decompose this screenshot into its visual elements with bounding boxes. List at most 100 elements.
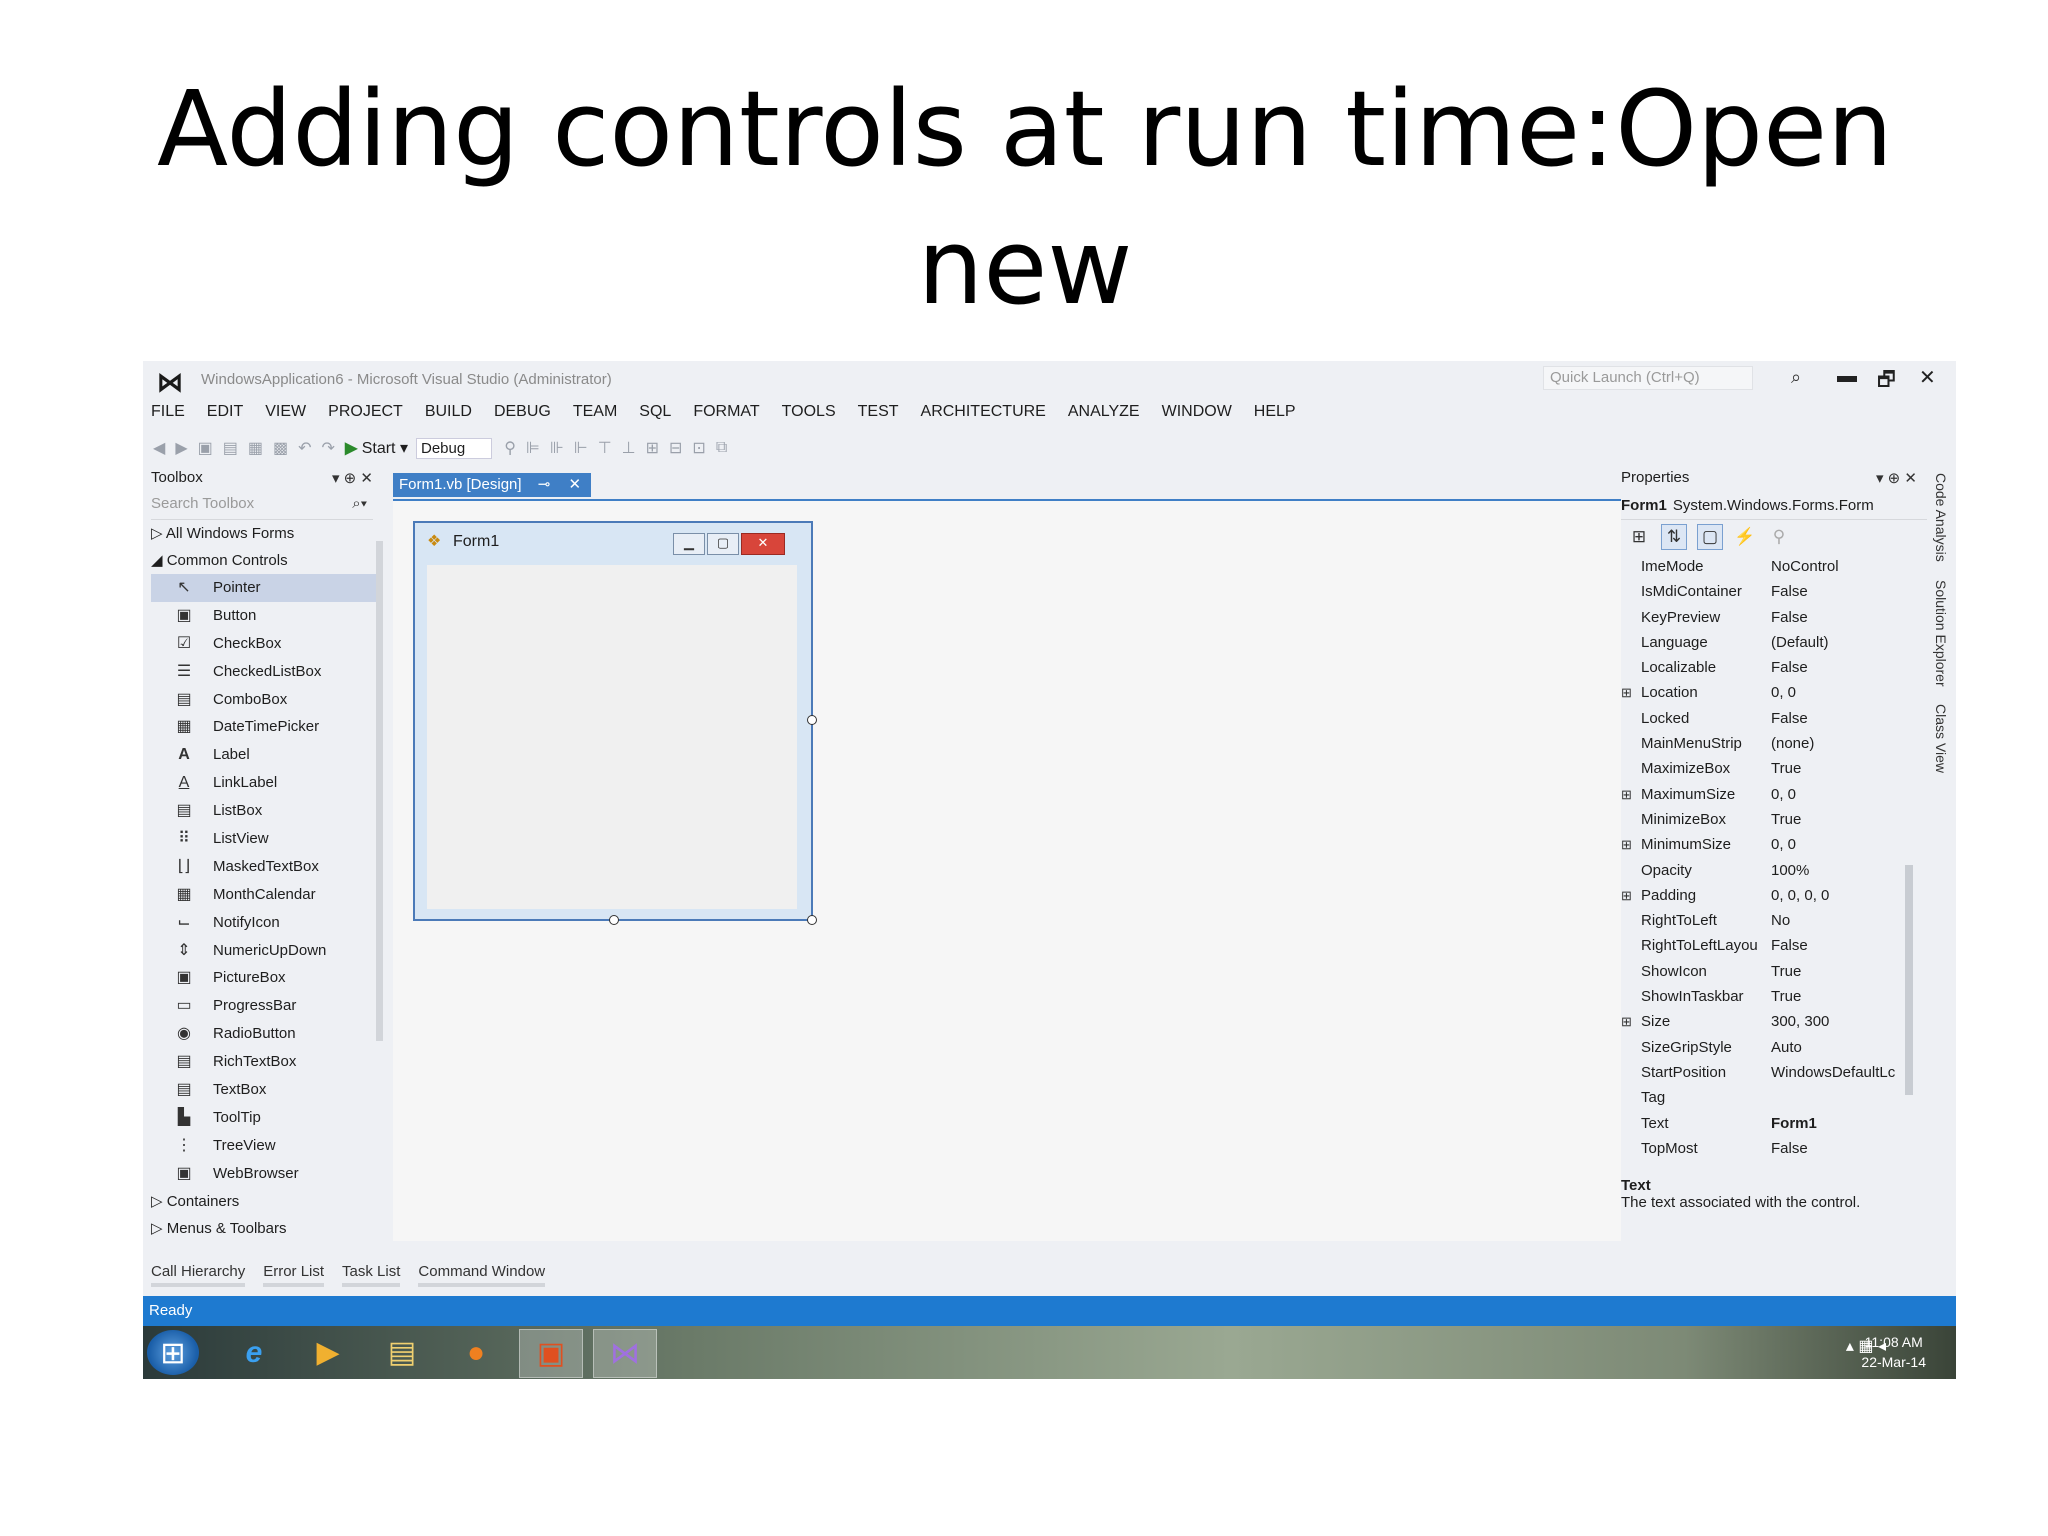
property-row[interactable]: ShowInTaskbar True: [1621, 984, 1927, 1009]
spacing-icon[interactable]: ⊟: [669, 438, 682, 458]
property-value[interactable]: False: [1771, 1136, 1903, 1161]
resize-handle-right[interactable]: [807, 715, 817, 725]
property-value[interactable]: False: [1771, 706, 1903, 731]
property-row[interactable]: ImeMode NoControl: [1621, 554, 1927, 579]
search-icon[interactable]: ⌕▾: [352, 495, 367, 512]
back-icon[interactable]: ◀: [153, 438, 165, 458]
toolbox-item-maskedtextbox[interactable]: ⌊⌋ MaskedTextBox: [151, 853, 383, 881]
toolbox-item-label[interactable]: A Label: [151, 741, 383, 769]
property-row[interactable]: ⊞ MinimumSize 0, 0: [1621, 832, 1927, 857]
menu-tools[interactable]: TOOLS: [782, 403, 836, 427]
toolbox-group-all[interactable]: ▷ All Windows Forms: [151, 520, 383, 547]
property-row[interactable]: KeyPreview False: [1621, 605, 1927, 630]
menu-help[interactable]: HELP: [1254, 403, 1296, 427]
quick-launch-input[interactable]: Quick Launch (Ctrl+Q): [1543, 366, 1753, 390]
property-row[interactable]: Language (Default): [1621, 630, 1927, 655]
resize-handle-bottom[interactable]: [609, 915, 619, 925]
toolbox-item-tooltip[interactable]: ▙ ToolTip: [151, 1104, 383, 1132]
menu-file[interactable]: FILE: [151, 403, 185, 427]
property-row[interactable]: Opacity 100%: [1621, 858, 1927, 883]
redo-icon[interactable]: ↷: [322, 438, 335, 458]
toolbox-item-pointer[interactable]: ↖ Pointer: [151, 574, 383, 602]
center-icon[interactable]: ⊡: [692, 438, 705, 458]
property-row[interactable]: StartPosition WindowsDefaultLc: [1621, 1060, 1927, 1085]
property-value[interactable]: 0, 0: [1771, 782, 1903, 807]
pin-icon[interactable]: ⊸: [538, 476, 551, 493]
toolbox-item-button[interactable]: ▣ Button: [151, 602, 383, 630]
windows-start-icon[interactable]: ⊞: [147, 1330, 199, 1375]
form1-preview[interactable]: ❖ Form1 ▁ ▢ ✕: [413, 521, 817, 925]
open-file-icon[interactable]: ▤: [223, 438, 238, 458]
tab-call-hierarchy[interactable]: Call Hierarchy: [151, 1263, 246, 1287]
new-project-icon[interactable]: ▣: [198, 438, 213, 458]
align-center-icon[interactable]: ⊪: [550, 438, 564, 458]
search-icon[interactable]: ⌕: [1791, 367, 1801, 388]
expand-icon[interactable]: ⊞: [1621, 782, 1632, 807]
scrollbar-thumb[interactable]: [1905, 865, 1913, 1095]
media-player-icon[interactable]: ▶: [297, 1329, 359, 1376]
start-button[interactable]: ▶ Start ▾: [345, 438, 408, 458]
toolbox-group-menus[interactable]: ▷ Menus & Toolbars: [151, 1215, 383, 1242]
save-all-icon[interactable]: ▩: [273, 438, 288, 458]
toolbox-item-radiobutton[interactable]: ◉ RadioButton: [151, 1020, 383, 1048]
find-icon[interactable]: ⚲: [504, 438, 516, 458]
property-row[interactable]: MainMenuStrip (none): [1621, 731, 1927, 756]
toolbox-item-progressbar[interactable]: ▭ ProgressBar: [151, 992, 383, 1020]
order-icon[interactable]: ⧉: [716, 439, 727, 457]
form-designer-surface[interactable]: ❖ Form1 ▁ ▢ ✕: [393, 501, 1743, 1241]
property-row[interactable]: IsMdiContainer False: [1621, 579, 1927, 604]
property-value[interactable]: False: [1771, 655, 1903, 680]
property-row[interactable]: ⊞ Location 0, 0: [1621, 680, 1927, 705]
property-row[interactable]: TopMost False: [1621, 1136, 1927, 1161]
property-row[interactable]: RightToLeft No: [1621, 908, 1927, 933]
property-value[interactable]: False: [1771, 605, 1903, 630]
events-icon[interactable]: ⚡: [1733, 525, 1757, 549]
toolbox-item-picturebox[interactable]: ▣ PictureBox: [151, 964, 383, 992]
property-row[interactable]: ⊞ Size 300, 300: [1621, 1009, 1927, 1034]
tab-command-window[interactable]: Command Window: [418, 1263, 546, 1287]
menu-debug[interactable]: DEBUG: [494, 403, 551, 427]
property-value[interactable]: True: [1771, 984, 1903, 1009]
undo-icon[interactable]: ↶: [298, 438, 311, 458]
expand-icon[interactable]: ⊞: [1621, 1009, 1632, 1034]
form-client-area[interactable]: [427, 565, 797, 909]
make-same-size-icon[interactable]: ⊞: [646, 438, 659, 458]
alphabetical-icon[interactable]: ⇅: [1661, 524, 1687, 550]
property-value[interactable]: NoControl: [1771, 554, 1903, 579]
tab-solution-explorer[interactable]: Solution Explorer: [1933, 580, 1949, 687]
close-tab-icon[interactable]: ✕: [568, 476, 581, 493]
categorized-icon[interactable]: ⊞: [1627, 525, 1651, 549]
toolbox-item-checkedlistbox[interactable]: ☰ CheckedListBox: [151, 658, 383, 686]
toolbox-item-treeview[interactable]: ⋮ TreeView: [151, 1132, 383, 1160]
menu-build[interactable]: BUILD: [425, 403, 472, 427]
menu-project[interactable]: PROJECT: [328, 403, 403, 427]
tab-code-analysis[interactable]: Code Analysis: [1933, 473, 1949, 562]
property-row[interactable]: SizeGripStyle Auto: [1621, 1035, 1927, 1060]
toolbox-item-monthcalendar[interactable]: ▦ MonthCalendar: [151, 881, 383, 909]
property-row[interactable]: ⊞ Padding 0, 0, 0, 0: [1621, 883, 1927, 908]
menu-test[interactable]: TEST: [858, 403, 899, 427]
property-pages-icon[interactable]: ⚲: [1767, 525, 1791, 549]
tab-form1-design[interactable]: Form1.vb [Design] ⊸ ✕: [393, 473, 592, 497]
toolbox-item-checkbox[interactable]: ☑ CheckBox: [151, 630, 383, 658]
property-value[interactable]: 100%: [1771, 858, 1903, 883]
property-row[interactable]: MinimizeBox True: [1621, 807, 1927, 832]
tab-error-list[interactable]: Error List: [263, 1263, 325, 1287]
menu-view[interactable]: VIEW: [265, 403, 306, 427]
property-value[interactable]: (none): [1771, 731, 1903, 756]
internet-explorer-icon[interactable]: e: [223, 1329, 285, 1376]
property-row[interactable]: Locked False: [1621, 706, 1927, 731]
toolbox-item-listbox[interactable]: ▤ ListBox: [151, 797, 383, 825]
tab-task-list[interactable]: Task List: [342, 1263, 401, 1287]
property-row[interactable]: ShowIcon True: [1621, 959, 1927, 984]
toolbox-group-containers[interactable]: ▷ Containers: [151, 1188, 383, 1215]
property-row[interactable]: RightToLeftLayou False: [1621, 933, 1927, 958]
solution-config-select[interactable]: Debug: [415, 437, 493, 459]
property-value[interactable]: WindowsDefaultLc: [1771, 1060, 1903, 1085]
toolbox-item-webbrowser[interactable]: ▣ WebBrowser: [151, 1160, 383, 1188]
property-value[interactable]: (Default): [1771, 630, 1903, 655]
property-value[interactable]: False: [1771, 933, 1903, 958]
toolbox-item-datetimepicker[interactable]: ▦ DateTimePicker: [151, 713, 383, 741]
toolbox-item-linklabel[interactable]: A LinkLabel: [151, 769, 383, 797]
panel-controls[interactable]: ▾ ⊕ ✕: [1876, 469, 1917, 487]
